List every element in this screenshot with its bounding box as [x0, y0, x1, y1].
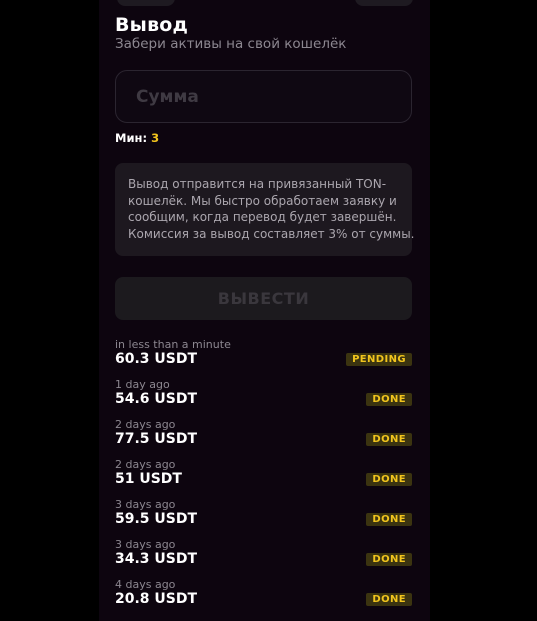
history-item-time: 3 days ago: [115, 538, 176, 551]
history-item: 3 days ago 59.5 USDT DONE: [115, 496, 412, 536]
status-badge: DONE: [366, 393, 412, 406]
history-item-time: 2 days ago: [115, 418, 176, 431]
status-badge: DONE: [366, 473, 412, 486]
history-item-amount: 51 USDT: [115, 471, 182, 487]
page-title: Вывод: [115, 14, 189, 36]
history-item: 2 days ago 51 USDT DONE: [115, 456, 412, 496]
history-item: 2 days ago 77.5 USDT DONE: [115, 416, 412, 456]
min-label: Мин:: [115, 131, 148, 145]
page-subtitle: Забери активы на свой кошелёк: [115, 36, 347, 52]
history-item: in less than a minute 60.3 USDT PENDING: [115, 336, 412, 376]
history-item-amount: 54.6 USDT: [115, 391, 198, 407]
withdraw-button[interactable]: ВЫВЕСТИ: [115, 277, 412, 320]
status-badge: PENDING: [346, 353, 412, 366]
history-item-amount: 60.3 USDT: [115, 351, 198, 367]
history-item-time: 4 days ago: [115, 578, 176, 591]
history-item-amount: 59.5 USDT: [115, 511, 198, 527]
withdraw-history-list: in less than a minute 60.3 USDT PENDING …: [115, 336, 412, 616]
min-value: 3: [151, 131, 160, 145]
amount-input[interactable]: [115, 70, 412, 123]
history-item-time: 3 days ago: [115, 498, 176, 511]
info-line: Комиссия за вывод составляет 3% от суммы…: [128, 226, 415, 241]
history-item-time: in less than a minute: [115, 338, 231, 351]
history-item-amount: 20.8 USDT: [115, 591, 198, 607]
status-badge: DONE: [366, 513, 412, 526]
status-badge: DONE: [366, 433, 412, 446]
status-badge: DONE: [366, 553, 412, 566]
min-amount: Мин: 3: [115, 131, 159, 145]
top-right-button[interactable]: [355, 0, 413, 6]
history-item-amount: 77.5 USDT: [115, 431, 198, 447]
info-line: Вывод отправится на привязанный TON-: [128, 177, 387, 191]
info-line: кошелёк. Мы быстро обработаем заявку и: [128, 193, 397, 208]
history-item-amount: 34.3 USDT: [115, 551, 198, 567]
status-badge: DONE: [366, 593, 412, 606]
history-item: 4 days ago 20.8 USDT DONE: [115, 576, 412, 616]
history-item-time: 1 day ago: [115, 378, 170, 391]
history-item: 3 days ago 34.3 USDT DONE: [115, 536, 412, 576]
info-line: сообщим, когда перевод будет завершён.: [128, 210, 397, 224]
withdraw-panel: Вывод Забери активы на свой кошелёк Мин:…: [99, 0, 430, 621]
withdraw-info-box: Вывод отправится на привязанный TON- кош…: [115, 163, 415, 256]
top-left-button[interactable]: [117, 0, 175, 6]
history-item-time: 2 days ago: [115, 458, 176, 471]
history-item: 1 day ago 54.6 USDT DONE: [115, 376, 412, 416]
